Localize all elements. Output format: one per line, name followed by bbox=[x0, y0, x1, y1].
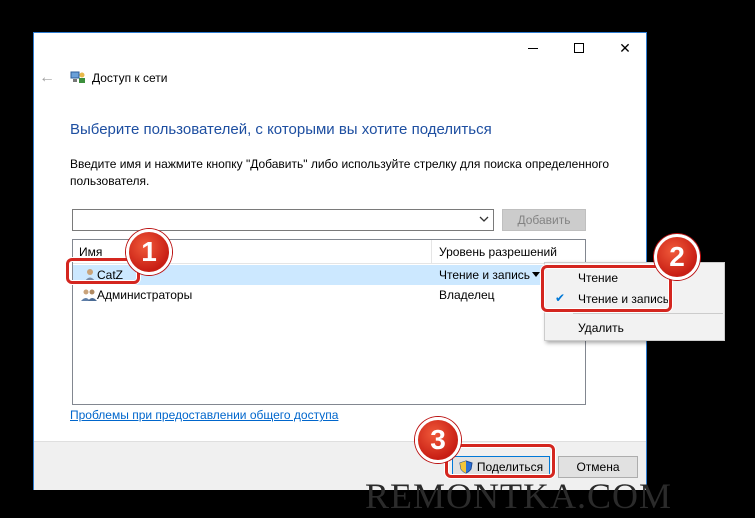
column-header-name[interactable]: Имя bbox=[79, 245, 102, 259]
maximize-button[interactable] bbox=[556, 33, 602, 63]
maximize-icon bbox=[574, 43, 584, 53]
minimize-icon bbox=[528, 47, 538, 49]
sharing-problems-link[interactable]: Проблемы при предоставлении общего досту… bbox=[70, 408, 338, 422]
menu-item-remove[interactable]: Удалить bbox=[545, 317, 724, 339]
highlight-frame-share bbox=[445, 444, 555, 478]
user-group-icon bbox=[81, 289, 97, 301]
add-button[interactable]: Добавить bbox=[502, 209, 586, 231]
title-bar: ✕ ← Доступ к сети bbox=[34, 33, 646, 97]
watermark: REMONTKA.COM bbox=[365, 476, 673, 516]
step-badge-1: 1 bbox=[126, 229, 172, 275]
caret-down-icon[interactable] bbox=[532, 272, 540, 277]
menu-item-label: Удалить bbox=[578, 321, 624, 335]
user-name: Администраторы bbox=[97, 288, 193, 302]
column-header-permission[interactable]: Уровень разрешений bbox=[439, 245, 557, 259]
chevron-down-icon[interactable] bbox=[479, 214, 489, 224]
close-button[interactable]: ✕ bbox=[602, 33, 648, 63]
highlight-frame-menu bbox=[541, 265, 672, 312]
minimize-button[interactable] bbox=[510, 33, 556, 63]
page-heading: Выберите пользователей, с которыми вы хо… bbox=[70, 121, 492, 138]
column-divider bbox=[431, 240, 432, 264]
step-badge-2: 2 bbox=[654, 234, 700, 280]
instruction-text: Введите имя и нажмите кнопку "Добавить" … bbox=[70, 157, 610, 188]
window-title: Доступ к сети bbox=[92, 71, 168, 85]
close-icon: ✕ bbox=[619, 39, 631, 56]
permission-value: Владелец bbox=[439, 288, 495, 302]
user-name-combobox[interactable] bbox=[72, 209, 494, 231]
permission-value[interactable]: Чтение и запись bbox=[439, 268, 530, 282]
network-share-icon bbox=[70, 71, 85, 83]
step-badge-3: 3 bbox=[415, 417, 461, 463]
menu-separator bbox=[573, 313, 723, 314]
table-row[interactable]: Администраторы Владелец bbox=[73, 285, 585, 305]
back-arrow-icon[interactable]: ← bbox=[39, 69, 55, 87]
